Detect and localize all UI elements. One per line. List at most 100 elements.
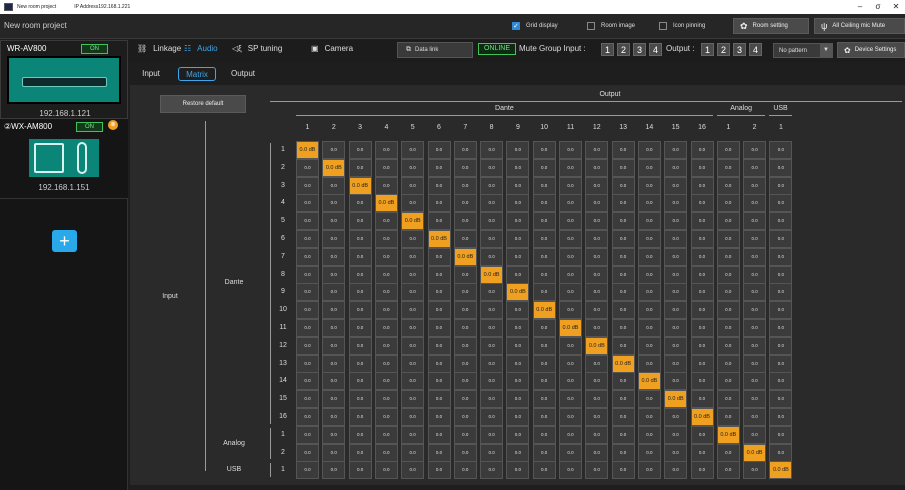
matrix-cell[interactable]: 0.0 — [585, 283, 609, 302]
matrix-cell[interactable]: 0.0 — [532, 283, 556, 302]
matrix-cell[interactable]: 0.0 — [348, 336, 372, 355]
matrix-cell[interactable]: 0.0 — [743, 247, 767, 266]
matrix-cell[interactable]: 0.0 — [296, 212, 319, 231]
matrix-cell[interactable]: 0.0 — [480, 283, 504, 302]
matrix-cell[interactable]: 0.0 — [506, 336, 530, 355]
matrix-cell[interactable]: 0.0 — [480, 336, 504, 355]
matrix-cell[interactable]: 0.0 dB — [769, 461, 793, 480]
matrix-cell[interactable]: 0.0 — [559, 408, 582, 426]
matrix-cell[interactable]: 0.0 — [427, 443, 451, 462]
matrix-cell[interactable]: 0.0 — [480, 425, 504, 444]
matrix-cell[interactable]: 0.0 — [664, 301, 688, 320]
matrix-cell[interactable]: 0.0 — [716, 443, 740, 462]
matrix-cell[interactable]: 0.0 — [401, 265, 425, 284]
matrix-cell[interactable]: 0.0 — [480, 212, 504, 231]
matrix-cell[interactable]: 0.0 — [743, 336, 767, 355]
matrix-cell[interactable]: 0.0 — [637, 247, 661, 266]
matrix-cell[interactable]: 0.0 — [427, 336, 451, 355]
matrix-cell[interactable]: 0.0 — [769, 247, 793, 266]
matrix-cell[interactable]: 0.0 — [348, 141, 372, 159]
matrix-cell[interactable]: 0.0 — [506, 319, 530, 337]
matrix-cell[interactable]: 0.0 — [506, 443, 530, 462]
matrix-cell[interactable]: 0.0 — [296, 301, 319, 320]
matrix-cell[interactable]: 0.0 — [401, 372, 425, 391]
mute-group-output-2[interactable]: 2 — [717, 43, 730, 56]
matrix-cell[interactable]: 0.0 — [401, 230, 425, 248]
matrix-cell[interactable]: 0.0 — [296, 461, 319, 480]
matrix-cell[interactable]: 0.0 — [559, 194, 582, 213]
matrix-cell[interactable]: 0.0 — [611, 390, 635, 409]
matrix-cell[interactable]: 0.0 — [532, 390, 556, 409]
matrix-cell[interactable]: 0.0 — [585, 247, 609, 266]
matrix-cell[interactable]: 0.0 — [664, 212, 688, 231]
matrix-cell[interactable]: 0.0 — [401, 408, 425, 426]
matrix-cell[interactable]: 0.0 — [611, 319, 635, 337]
matrix-cell[interactable]: 0.0 — [374, 212, 398, 231]
matrix-cell[interactable]: 0.0 dB — [559, 319, 582, 337]
matrix-cell[interactable]: 0.0 — [401, 301, 425, 320]
matrix-cell[interactable]: 0.0 — [480, 354, 504, 373]
matrix-cell[interactable]: 0.0 — [611, 408, 635, 426]
matrix-cell[interactable]: 0.0 — [690, 319, 714, 337]
matrix-cell[interactable]: 0.0 — [322, 443, 346, 462]
matrix-cell[interactable]: 0.0 — [427, 354, 451, 373]
matrix-cell[interactable]: 0.0 — [296, 176, 319, 195]
tab-sp-tuning[interactable]: ◁ξ SP tuning — [232, 44, 282, 53]
matrix-cell[interactable]: 0.0 — [532, 319, 556, 337]
matrix-cell[interactable]: 0.0 — [690, 194, 714, 213]
matrix-cell[interactable]: 0.0 — [348, 372, 372, 391]
matrix-cell[interactable]: 0.0 — [769, 443, 793, 462]
matrix-cell[interactable]: 0.0 — [348, 212, 372, 231]
matrix-cell[interactable]: 0.0 — [743, 194, 767, 213]
matrix-cell[interactable]: 0.0 — [480, 408, 504, 426]
matrix-cell[interactable]: 0.0 — [374, 283, 398, 302]
mute-group-input-1[interactable]: 1 — [601, 43, 614, 56]
matrix-cell[interactable]: 0.0 — [611, 230, 635, 248]
matrix-cell[interactable]: 0.0 — [611, 247, 635, 266]
matrix-cell[interactable]: 0.0 — [664, 336, 688, 355]
matrix-cell[interactable]: 0.0 — [348, 247, 372, 266]
device-card-wr-av800[interactable]: WR-AV800 ON 192.168.1.121 — [0, 40, 128, 119]
matrix-cell[interactable]: 0.0 — [532, 461, 556, 480]
matrix-cell[interactable]: 0.0 — [506, 461, 530, 480]
matrix-cell[interactable]: 0.0 — [637, 301, 661, 320]
matrix-cell[interactable]: 0.0 — [637, 265, 661, 284]
matrix-cell[interactable]: 0.0 — [532, 425, 556, 444]
matrix-cell[interactable]: 0.0 — [480, 372, 504, 391]
matrix-cell[interactable]: 0.0 — [427, 461, 451, 480]
matrix-cell[interactable]: 0.0 — [348, 461, 372, 480]
matrix-cell[interactable]: 0.0 — [690, 265, 714, 284]
matrix-cell[interactable]: 0.0 — [743, 408, 767, 426]
matrix-cell[interactable]: 0.0 — [690, 390, 714, 409]
matrix-cell[interactable]: 0.0 — [401, 443, 425, 462]
matrix-cell[interactable]: 0.0 — [585, 158, 609, 177]
matrix-cell[interactable]: 0.0 — [453, 265, 477, 284]
maximize-button[interactable]: σ — [869, 0, 887, 14]
matrix-cell[interactable]: 0.0 — [532, 354, 556, 373]
matrix-cell[interactable]: 0.0 — [374, 176, 398, 195]
matrix-cell[interactable]: 0.0 — [532, 230, 556, 248]
matrix-cell[interactable]: 0.0 dB — [453, 247, 477, 266]
matrix-cell[interactable]: 0.0 — [296, 319, 319, 337]
matrix-cell[interactable]: 0.0 — [743, 176, 767, 195]
matrix-cell[interactable]: 0.0 — [453, 194, 477, 213]
matrix-cell[interactable]: 0.0 — [427, 194, 451, 213]
matrix-cell[interactable]: 0.0 dB — [532, 301, 556, 320]
room-image-checkbox[interactable]: Room image — [587, 22, 635, 30]
matrix-cell[interactable]: 0.0 — [611, 194, 635, 213]
matrix-cell[interactable]: 0.0 — [348, 283, 372, 302]
matrix-cell[interactable]: 0.0 — [664, 443, 688, 462]
matrix-cell[interactable]: 0.0 — [322, 425, 346, 444]
matrix-cell[interactable]: 0.0 — [506, 425, 530, 444]
matrix-cell[interactable]: 0.0 — [769, 212, 793, 231]
matrix-cell[interactable]: 0.0 — [506, 194, 530, 213]
matrix-cell[interactable]: 0.0 dB — [348, 176, 372, 195]
matrix-cell[interactable]: 0.0 — [401, 176, 425, 195]
matrix-cell[interactable]: 0.0 — [611, 425, 635, 444]
matrix-cell[interactable]: 0.0 — [401, 354, 425, 373]
matrix-cell[interactable]: 0.0 — [559, 283, 582, 302]
matrix-cell[interactable]: 0.0 — [427, 141, 451, 159]
matrix-cell[interactable]: 0.0 — [664, 372, 688, 391]
matrix-cell[interactable]: 0.0 — [401, 141, 425, 159]
matrix-cell[interactable]: 0.0 — [690, 425, 714, 444]
